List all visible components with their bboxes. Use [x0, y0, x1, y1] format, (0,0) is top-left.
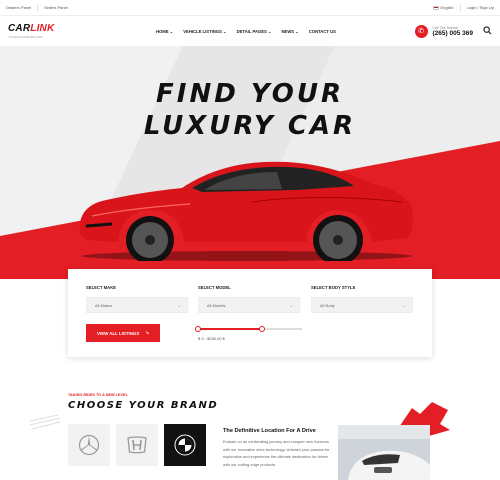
logo-tagline: YOUR CLASSIFIED SITE: [8, 34, 43, 39]
honda-logo-icon: [127, 436, 147, 454]
main-nav: HOME ⌄ VEHICLE LISTINGS ⌄ DETAIL PAGES ⌄…: [156, 29, 336, 34]
logo-text-car: CAR: [8, 22, 31, 34]
hotline[interactable]: ✆ Call Our Hotline (265) 005 369: [414, 24, 473, 38]
price-max-handle[interactable]: [259, 326, 266, 332]
nav-item-contact-us[interactable]: CONTACT US: [309, 29, 336, 34]
section-tagline: TAKING RIDES TO A NEW LEVEL: [68, 393, 128, 397]
nav-item-detail-pages[interactable]: DETAIL PAGES ⌄: [237, 29, 272, 34]
make-label: SELECT MAKE: [86, 285, 117, 290]
chevron-down-icon: ⌄: [223, 28, 227, 34]
brand-tile-mercedes[interactable]: [68, 424, 110, 466]
hero-title: FIND YOUR LUXURY CAR: [0, 78, 500, 142]
language-label: English: [440, 5, 454, 10]
search-panel: SELECT MAKE All Makes ⌄ SELECT MODEL All…: [68, 269, 432, 357]
dealers-panel-link[interactable]: Dealers Panel: [6, 5, 31, 10]
chevron-down-icon: ⌄: [295, 28, 299, 34]
front-wheel: [126, 216, 174, 261]
chevron-down-icon: ⌄: [267, 28, 272, 34]
body-style-select[interactable]: All Body ⌄: [311, 297, 413, 313]
nav-item-home[interactable]: HOME ⌄: [156, 29, 173, 34]
language-selector[interactable]: English: [432, 5, 454, 10]
logo[interactable]: CARLINK YOUR CLASSIFIED SITE: [8, 22, 98, 39]
make-select-value: All Makes: [95, 302, 113, 308]
price-min-handle[interactable]: [195, 326, 201, 332]
car-image: [79, 161, 413, 261]
brand-tile-bmw[interactable]: [164, 424, 206, 466]
price-range-text: $ 0 - $250,00 $: [198, 336, 225, 341]
login-link[interactable]: Login / Sign Up: [467, 5, 494, 10]
arrow-icon: ↘: [145, 330, 149, 335]
body-style-label: SELECT BODY STYLE: [311, 285, 356, 290]
chevron-down-icon: ⌄: [402, 303, 406, 308]
view-all-listings-button[interactable]: VIEW ALL LISTINGS ↘: [86, 324, 160, 342]
nav-item-vehicle-listings[interactable]: VEHICLE LISTINGS ⌄: [183, 29, 226, 34]
decorative-lines: [29, 414, 61, 430]
logo-text-link: LINK: [30, 22, 55, 34]
page: Dealers Panel Sellers Panel English Logi…: [0, 0, 500, 480]
body-style-select-value: All Body: [320, 302, 335, 308]
model-label: SELECT MODEL: [198, 285, 231, 290]
model-select-value: All Models: [207, 302, 226, 308]
hero-title-line2: LUXURY CAR: [143, 111, 357, 141]
mercedes-logo-icon: [78, 434, 100, 456]
hotline-number: (265) 005 369: [432, 29, 473, 37]
bmw-logo-icon: [174, 434, 196, 456]
hero-banner: FIND YOUR LUXURY CAR: [0, 46, 500, 279]
divider: [37, 4, 39, 11]
make-select[interactable]: All Makes ⌄: [86, 297, 188, 313]
flag-icon: [432, 5, 439, 10]
top-bar: Dealers Panel Sellers Panel English Logi…: [0, 0, 500, 16]
nav-item-news[interactable]: NEWS ⌄: [282, 29, 299, 34]
search-icon[interactable]: [483, 25, 492, 37]
chevron-down-icon: ⌄: [177, 303, 181, 308]
section-title: CHOOSE YOUR BRAND: [68, 400, 219, 411]
model-select[interactable]: All Models ⌄: [198, 297, 300, 313]
view-all-listings-label: VIEW ALL LISTINGS: [97, 330, 140, 336]
sellers-panel-link[interactable]: Sellers Panel: [44, 5, 68, 10]
divider: [459, 4, 461, 11]
promo-car-image: [338, 425, 430, 480]
brand-tile-honda[interactable]: [116, 424, 158, 466]
price-range-slider[interactable]: [195, 326, 302, 332]
main-header: CARLINK YOUR CLASSIFIED SITE HOME ⌄ VEHI…: [0, 16, 500, 46]
chevron-down-icon: ⌄: [289, 303, 293, 308]
hero-title-line1: FIND YOUR: [156, 79, 344, 109]
price-range-fill: [198, 328, 263, 330]
rear-wheel: [313, 215, 363, 261]
phone-icon: ✆: [414, 24, 428, 38]
promo-title: The Definitive Location For A Drive: [223, 428, 316, 434]
chevron-down-icon: ⌄: [169, 28, 174, 34]
promo-text: Embark on an exhilarating journey and co…: [223, 439, 330, 467]
